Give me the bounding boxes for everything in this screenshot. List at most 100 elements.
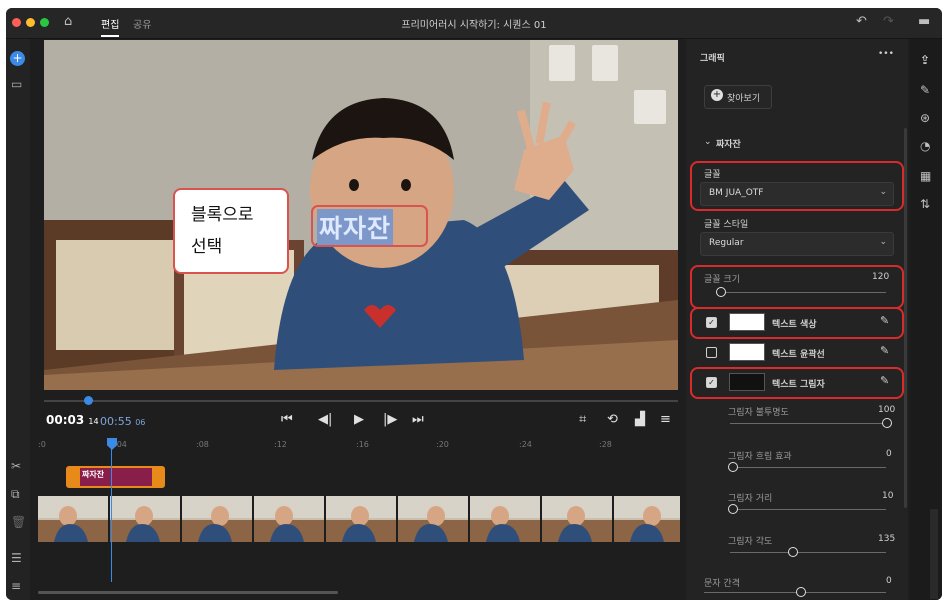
minimize-window-button[interactable]	[26, 18, 35, 27]
redo-icon[interactable]: ↷	[883, 14, 894, 29]
shadow-opacity-value: 100	[878, 405, 896, 415]
ruler-tick: :24	[519, 440, 532, 449]
ruler-tick: :20	[436, 440, 449, 449]
chevron-down-icon[interactable]: ⌄	[704, 137, 712, 147]
tab-share[interactable]: 공유	[133, 16, 151, 31]
highlight-font	[690, 161, 904, 211]
callout-text-line2: 선택	[191, 237, 223, 257]
fit-icon[interactable]: ⌗	[579, 412, 586, 427]
menu-icon[interactable]: ≡	[660, 412, 671, 427]
scrub-handle[interactable]	[84, 396, 93, 405]
title-text[interactable]: 짜자잔	[317, 209, 394, 245]
chat-icon[interactable]: ▬	[918, 14, 930, 29]
video-thumbnail	[470, 496, 542, 542]
shadow-blur-knob[interactable]	[728, 462, 738, 472]
plus-icon: +	[711, 89, 723, 101]
duplicate-icon[interactable]: ⧉	[11, 487, 20, 502]
right-toolbar: ⇪ ✎ ⊛ ◔ ▦ ⇅	[910, 39, 942, 600]
projects-icon[interactable]: ▭	[11, 77, 22, 91]
previous-frame-icon[interactable]: ◀|	[318, 412, 332, 427]
browse-label: 찾아보기	[727, 94, 761, 104]
highlight-text-color	[690, 307, 904, 339]
ruler-tick: :16	[356, 440, 369, 449]
shadow-distance-slider[interactable]	[730, 509, 886, 510]
transform-icon[interactable]: ⇅	[920, 197, 930, 211]
delete-icon[interactable]: 🗑	[11, 515, 26, 529]
more-options-icon[interactable]: •••	[878, 49, 894, 59]
eyedropper-icon[interactable]: ✎	[880, 344, 889, 357]
shadow-opacity-knob[interactable]	[882, 418, 892, 428]
video-thumbnail	[542, 496, 614, 542]
effects-icon[interactable]: ⊛	[920, 111, 930, 125]
text-outline-swatch[interactable]	[729, 343, 765, 361]
font-style-dropdown[interactable]: Regular ⌄	[700, 232, 894, 256]
duration-timecode: 00:55 06	[100, 415, 146, 428]
ruler-tick: :0	[38, 440, 46, 449]
video-thumbnail	[614, 496, 680, 542]
char-spacing-knob[interactable]	[796, 587, 806, 597]
timeline-view-icon[interactable]: ≡	[11, 579, 21, 593]
shadow-distance-label: 그림자 거리	[728, 494, 773, 504]
close-window-button[interactable]	[12, 18, 21, 27]
maximize-window-button[interactable]	[40, 18, 49, 27]
scrub-bar[interactable]	[44, 400, 678, 402]
callout-text-line1: 블록으로	[191, 205, 254, 225]
go-to-end-icon[interactable]: ⏭	[412, 412, 424, 427]
section-title: 짜자잔	[716, 140, 741, 150]
ruler-tick: :12	[274, 440, 287, 449]
video-thumbnail	[254, 496, 326, 542]
add-media-icon[interactable]: +	[10, 51, 25, 66]
video-thumbnail	[110, 496, 182, 542]
undo-icon[interactable]: ↶	[856, 14, 867, 29]
shadow-blur-label: 그림자 흐림 효과	[728, 452, 792, 462]
panel-scrollbar[interactable]	[904, 128, 907, 508]
video-thumbnail	[182, 496, 254, 542]
browse-button[interactable]: + 찾아보기	[704, 85, 772, 109]
color-icon[interactable]: ✎	[920, 83, 930, 97]
timeline-scrollbar[interactable]	[38, 591, 338, 594]
font-style-label: 글꼴 스타일	[704, 220, 749, 230]
text-outline-label: 텍스트 윤곽선	[772, 350, 825, 360]
video-thumbnail	[38, 496, 110, 542]
highlight-font-size	[690, 265, 904, 309]
playhead-line	[111, 448, 112, 582]
tab-edit[interactable]: 편집	[101, 16, 120, 37]
home-icon[interactable]: ⌂	[64, 14, 72, 29]
shadow-blur-slider[interactable]	[730, 467, 886, 468]
char-spacing-label: 문자 간격	[704, 579, 740, 589]
left-toolbar: + ▭ ✂ ⧉ 🗑 ☰ ≡	[6, 39, 30, 600]
title-clip-label: 짜자잔	[82, 470, 105, 479]
volume-icon[interactable]: ▟	[635, 412, 645, 427]
current-timecode: 00:03 14	[46, 413, 99, 427]
shadow-angle-knob[interactable]	[788, 547, 798, 557]
panel-title: 그래픽	[700, 54, 725, 64]
shadow-distance-knob[interactable]	[728, 504, 738, 514]
title-clip[interactable]: 짜자잔	[66, 466, 165, 488]
title-bar: ⌂ 편집 공유 프리미어러시 시작하기: 시퀀스 01 ↶ ↷ ▬	[6, 8, 942, 39]
speed-icon[interactable]: ◔	[920, 139, 930, 153]
chevron-down-icon: ⌄	[879, 237, 887, 247]
shadow-angle-slider[interactable]	[730, 552, 886, 553]
split-icon[interactable]: ✂	[11, 459, 21, 473]
video-clip-track[interactable]	[38, 496, 680, 542]
go-to-start-icon[interactable]: ⏮	[281, 412, 293, 427]
track-controls-icon[interactable]: ☰	[11, 551, 22, 565]
text-outline-checkbox[interactable]	[706, 347, 717, 358]
ruler-tick: :08	[196, 440, 209, 449]
next-frame-icon[interactable]: |▶	[383, 412, 397, 427]
highlight-text-shadow	[690, 367, 904, 399]
shadow-opacity-slider[interactable]	[730, 423, 886, 424]
char-spacing-value: 0	[886, 576, 892, 586]
graphics-panel: 그래픽 ••• + 찾아보기 ⌄ 짜자잔 글꼴 BM JUA_OTF ⌄ 글꼴 스…	[686, 39, 908, 600]
shadow-blur-value: 0	[886, 449, 892, 459]
ruler-tick: :28	[599, 440, 612, 449]
audio-icon[interactable]: ▦	[920, 169, 931, 183]
audio-meter	[930, 509, 938, 599]
graphics-icon[interactable]: ⇪	[920, 53, 930, 67]
loop-icon[interactable]: ⟲	[607, 412, 618, 427]
shadow-angle-value: 135	[878, 534, 896, 544]
title-text-selection[interactable]: 짜자잔	[311, 205, 428, 247]
annotation-callout: 블록으로 선택	[173, 188, 289, 274]
char-spacing-slider[interactable]	[704, 592, 886, 593]
play-icon[interactable]: ▶	[354, 412, 364, 427]
